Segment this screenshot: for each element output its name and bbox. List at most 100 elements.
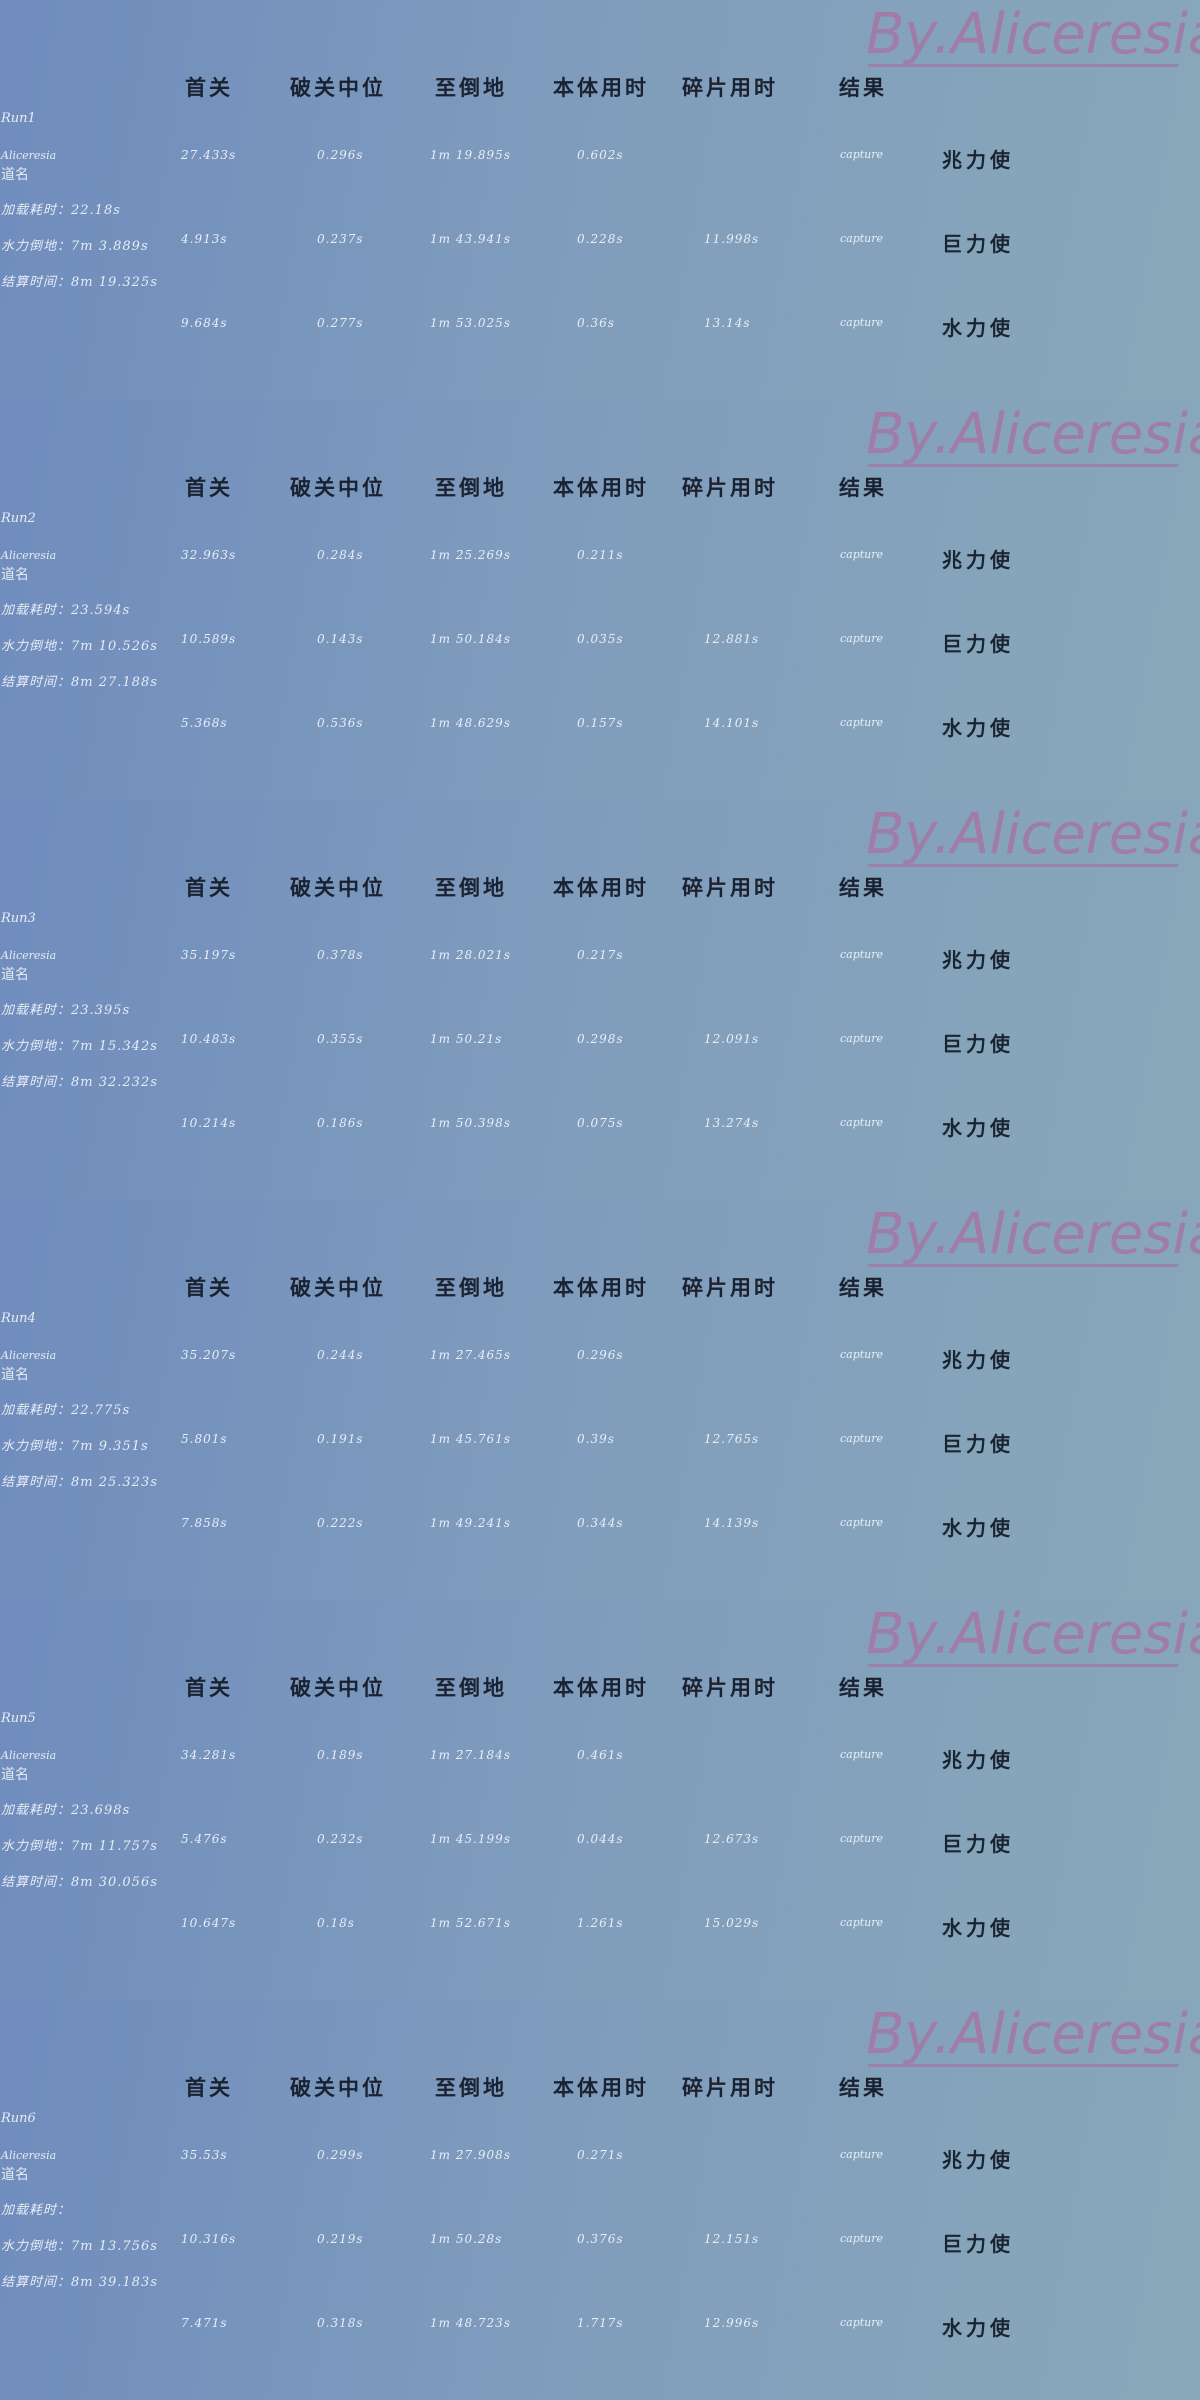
run-panel-4: By.Aliceresia 首关 破关中位 至倒地 本体用时 碎片用时 结果 R… [0,1200,1200,1600]
header-first-stage: 首关 [185,875,233,900]
watermark-underline [868,64,1178,67]
header-to-fall: 至倒地 [435,2075,507,2100]
runner-name: Aliceresia [1,2149,57,2162]
body-time: 0.602s [577,148,624,162]
header-first-stage: 首关 [185,475,233,500]
run-id: Run1 [1,111,36,126]
stage-name: 道名 [1,167,29,183]
result-value: capture [840,2316,884,2329]
median-time: 0.318s [317,2316,364,2330]
fragment-time: 12.996s [704,2316,760,2330]
boss-label: 巨力使 [942,632,1014,656]
result-value: capture [840,1916,884,1929]
boss-label: 水力使 [942,1916,1014,1940]
first-stage-time: 35.207s [181,1348,237,1362]
to-fall-time: 1m 28.021s [430,948,511,962]
header-fragment-time: 碎片用时 [682,1675,778,1700]
header-to-fall: 至倒地 [435,1275,507,1300]
stage-name: 道名 [1,1767,29,1783]
median-time: 0.244s [317,1348,364,1362]
to-fall-time: 1m 48.723s [430,2316,511,2330]
water-fall-time: 水力倒地：7m 10.526s [1,639,158,654]
result-value: capture [840,1116,884,1129]
boss-label: 水力使 [942,2316,1014,2340]
load-time: 加载耗时： [1,2203,72,2218]
header-to-fall: 至倒地 [435,475,507,500]
fragment-time: 13.274s [704,1116,760,1130]
fragment-time: 11.998s [704,232,760,246]
median-time: 0.284s [317,548,364,562]
boss-label: 水力使 [942,1116,1014,1140]
median-time: 0.536s [317,716,364,730]
first-stage-time: 5.476s [181,1832,228,1846]
stage-name: 道名 [1,2167,29,2183]
boss-label: 巨力使 [942,1432,1014,1456]
boss-label: 兆力使 [942,148,1014,172]
median-time: 0.232s [317,1832,364,1846]
boss-label: 巨力使 [942,1832,1014,1856]
first-stage-time: 4.913s [181,232,228,246]
run-id: Run6 [1,2111,36,2126]
boss-label: 兆力使 [942,1348,1014,1372]
boss-label: 兆力使 [942,948,1014,972]
to-fall-time: 1m 25.269s [430,548,511,562]
boss-label: 巨力使 [942,2232,1014,2256]
watermark-underline [868,864,1178,867]
water-fall-time: 水力倒地：7m 9.351s [1,1439,149,1454]
body-time: 0.075s [577,1116,624,1130]
water-fall-time: 水力倒地：7m 13.756s [1,2239,158,2254]
run-panel-1: By.Aliceresia 首关 破关中位 至倒地 本体用时 碎片用时 结果 R… [0,0,1200,400]
boss-label: 巨力使 [942,1032,1014,1056]
header-body-time: 本体用时 [553,1675,649,1700]
median-time: 0.222s [317,1516,364,1530]
total-time: 结算时间：8m 19.325s [1,275,158,290]
fragment-time: 12.765s [704,1432,760,1446]
header-fragment-time: 碎片用时 [682,875,778,900]
load-time: 加载耗时：23.698s [1,1803,131,1818]
watermark: By.Aliceresia [866,1602,1200,1667]
first-stage-time: 32.963s [181,548,237,562]
watermark-underline [868,464,1178,467]
header-to-fall: 至倒地 [435,875,507,900]
total-time: 结算时间：8m 32.232s [1,1075,158,1090]
runner-name: Aliceresia [1,549,57,562]
watermark-underline [868,2064,1178,2067]
result-value: capture [840,1832,884,1845]
run-panel-2: By.Aliceresia 首关 破关中位 至倒地 本体用时 碎片用时 结果 R… [0,400,1200,800]
watermark: By.Aliceresia [866,2,1200,67]
body-time: 0.376s [577,2232,624,2246]
median-time: 0.186s [317,1116,364,1130]
boss-label: 水力使 [942,316,1014,340]
load-time: 加载耗时：22.18s [1,203,121,218]
first-stage-time: 34.281s [181,1748,237,1762]
fragment-time: 14.101s [704,716,760,730]
header-median: 破关中位 [290,1675,386,1700]
header-body-time: 本体用时 [553,75,649,100]
header-body-time: 本体用时 [553,1275,649,1300]
first-stage-time: 35.197s [181,948,237,962]
total-time: 结算时间：8m 25.323s [1,1475,158,1490]
median-time: 0.143s [317,632,364,646]
first-stage-time: 7.858s [181,1516,228,1530]
fragment-time: 15.029s [704,1916,760,1930]
fragment-time: 12.673s [704,1832,760,1846]
header-body-time: 本体用时 [553,475,649,500]
result-value: capture [840,148,884,161]
boss-label: 水力使 [942,716,1014,740]
total-time: 结算时间：8m 27.188s [1,675,158,690]
fragment-time: 12.881s [704,632,760,646]
median-time: 0.299s [317,2148,364,2162]
run-id: Run5 [1,1711,36,1726]
result-value: capture [840,2232,884,2245]
to-fall-time: 1m 50.21s [430,1032,503,1046]
header-first-stage: 首关 [185,1275,233,1300]
boss-label: 巨力使 [942,232,1014,256]
to-fall-time: 1m 52.671s [430,1916,511,1930]
first-stage-time: 5.368s [181,716,228,730]
header-first-stage: 首关 [185,75,233,100]
result-value: capture [840,1348,884,1361]
header-first-stage: 首关 [185,2075,233,2100]
body-time: 1.717s [577,2316,624,2330]
watermark-underline [868,1264,1178,1267]
water-fall-time: 水力倒地：7m 3.889s [1,239,149,254]
